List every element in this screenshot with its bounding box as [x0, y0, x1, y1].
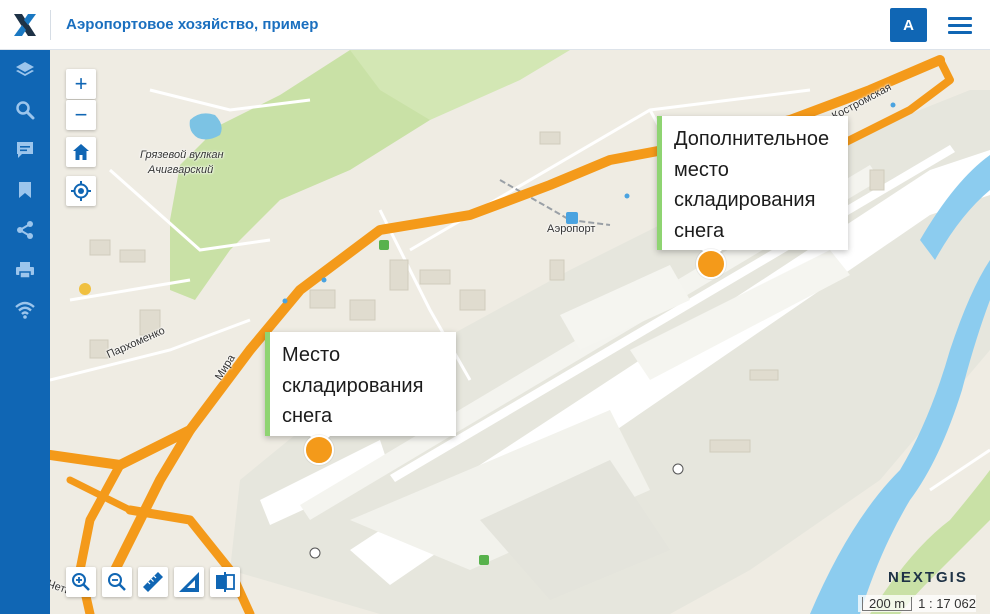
sidebar-item-bookmarks[interactable] [0, 170, 50, 210]
zoom-out-box-tool[interactable] [102, 567, 132, 597]
swipe-compare-tool[interactable] [210, 567, 240, 597]
zoom-in-box-tool[interactable] [66, 567, 96, 597]
nextgis-brand-logo[interactable]: NEXTGIS [888, 569, 968, 586]
locate-icon [71, 181, 91, 201]
popup-line: складирования [282, 374, 424, 397]
sidebar-item-search[interactable] [0, 90, 50, 130]
search-icon [16, 101, 35, 120]
hamburger-menu-icon[interactable] [946, 14, 974, 36]
header-divider [50, 10, 51, 40]
map-label-airport: Аэропорт [547, 223, 596, 235]
minus-icon: − [74, 102, 88, 127]
sidebar-item-wifi[interactable] [0, 290, 50, 330]
zoom-out-button[interactable]: − [66, 100, 96, 130]
snow-storage-marker[interactable] [696, 249, 726, 279]
map-canvas[interactable]: Грязевой вулкан Ачигварский Аэропорт Пар… [50, 50, 990, 614]
measure-distance-tool[interactable] [138, 567, 168, 597]
nextgis-logo-icon[interactable] [12, 12, 38, 38]
basemap [50, 50, 990, 614]
popup-line: складирования [674, 189, 816, 211]
sidebar-item-comments[interactable] [0, 130, 50, 170]
chat-icon [17, 142, 33, 158]
plus-icon: + [74, 71, 88, 96]
zoom-in-icon [72, 573, 90, 591]
popup-line: снега [282, 405, 333, 427]
ruler-icon [143, 572, 163, 592]
popup-line: место [674, 158, 729, 181]
bookmark-icon [19, 182, 31, 198]
user-account-button[interactable]: А [890, 8, 927, 42]
geolocate-button[interactable] [66, 176, 96, 206]
app-header: Аэропортовое хозяйство, пример А [0, 0, 990, 50]
swipe-icon [216, 572, 235, 592]
zoom-in-button[interactable]: + [66, 69, 96, 99]
print-icon [16, 262, 34, 279]
popup-line: Место [282, 344, 341, 366]
measure-area-tool[interactable] [174, 567, 204, 597]
sidebar [0, 50, 50, 614]
feature-popup-snow-storage[interactable]: Место складирования снега [265, 332, 456, 436]
share-icon [17, 221, 33, 239]
snow-storage-marker[interactable] [304, 435, 334, 465]
feature-popup-additional-snow-storage[interactable]: Дополнительное место складирования снега [657, 116, 848, 250]
sidebar-item-layers[interactable] [0, 50, 50, 90]
sidebar-item-print[interactable] [0, 250, 50, 290]
set-square-icon [179, 572, 199, 592]
wifi-icon [15, 301, 35, 319]
scale-ratio: 1 : 17 062 [918, 596, 976, 611]
popup-line: снега [674, 219, 725, 242]
page-title: Аэропортовое хозяйство, пример [66, 16, 319, 33]
scale-distance: 200 m [862, 596, 913, 611]
sidebar-item-share[interactable] [0, 210, 50, 250]
popup-line: Дополнительное [674, 128, 830, 150]
scale-bar: 200 m 1 : 17 062 [858, 595, 976, 612]
map-label-volcano: Грязевой вулкан [140, 149, 224, 161]
map-label-volcano-name: Ачигварский [148, 164, 214, 176]
home-extent-button[interactable] [66, 137, 96, 167]
home-icon [73, 144, 89, 160]
zoom-out-icon [108, 573, 126, 591]
layers-icon [16, 62, 34, 76]
